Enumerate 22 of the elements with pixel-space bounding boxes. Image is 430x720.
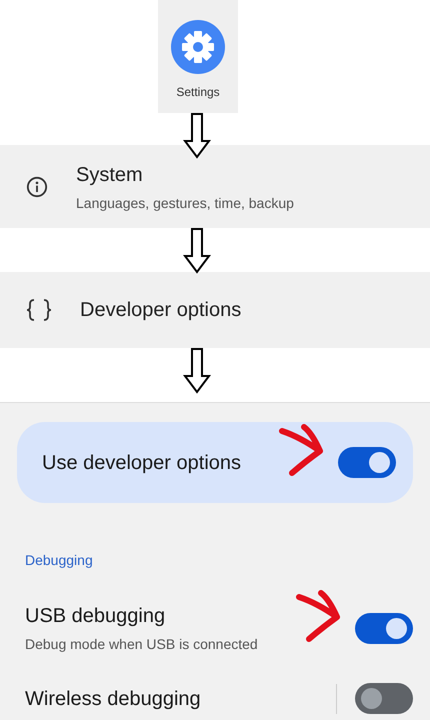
down-arrow-icon (183, 228, 211, 274)
item-title: Developer options (80, 298, 242, 323)
menu-item[interactable]: System Languages, gestures, time, backup (0, 145, 430, 228)
setting-subtitle: Debug mode when USB is connected (25, 635, 258, 654)
braces-icon (26, 299, 52, 321)
app-label: Settings (176, 84, 220, 101)
gear-icon (171, 20, 225, 74)
switch-label: Use developer options (42, 450, 242, 476)
down-arrow-icon (183, 348, 211, 394)
settings-app-tile[interactable]: Settings (158, 0, 238, 113)
toggle-switch[interactable] (355, 683, 413, 714)
info-icon (26, 176, 48, 198)
section-header: Debugging (25, 551, 93, 570)
setting-title: Wireless debugging (25, 686, 201, 712)
item-title: System (76, 162, 144, 188)
down-arrow-icon (183, 113, 211, 159)
master-switch-card[interactable]: Use developer options (17, 422, 413, 503)
setting-title: USB debugging (25, 604, 166, 629)
toggle-switch[interactable] (355, 612, 413, 644)
menu-item[interactable]: Developer options (0, 272, 430, 348)
toggle-switch[interactable] (338, 447, 396, 478)
item-subtitle: Languages, gestures, time, backup (76, 194, 294, 213)
